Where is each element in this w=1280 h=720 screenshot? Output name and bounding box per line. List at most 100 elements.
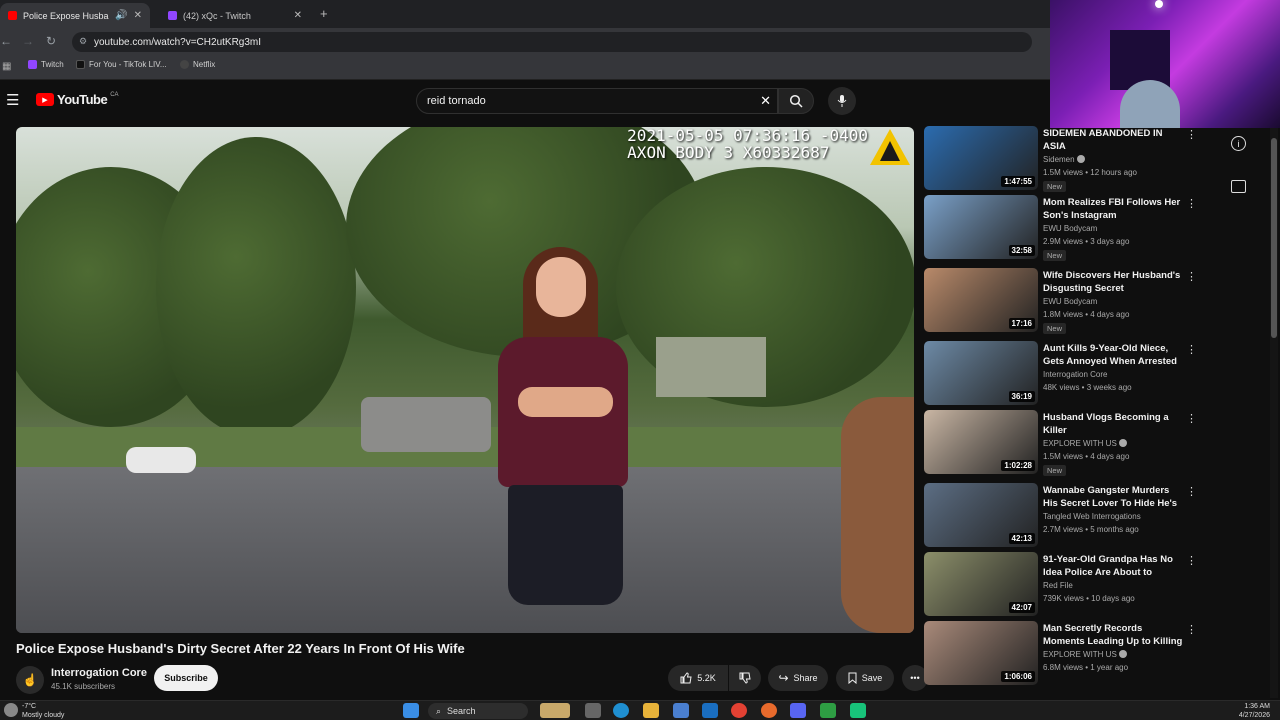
close-tab-icon[interactable]: ✕: [294, 10, 302, 21]
edge-icon[interactable]: [613, 703, 629, 718]
save-button[interactable]: Save: [836, 665, 894, 691]
address-bar-row: ← → ↻ ⚙ youtube.com/watch?v=CH2utKRg3mI: [0, 28, 1050, 56]
chat-icon[interactable]: [1231, 180, 1246, 193]
recommendation-channel[interactable]: EWU Bodycam: [1043, 223, 1097, 235]
recommendation-title[interactable]: 91-Year-Old Grandpa Has No Idea Police A…: [1043, 554, 1183, 580]
recommendation-thumbnail[interactable]: 17:16: [924, 268, 1038, 332]
search-button[interactable]: [778, 88, 814, 114]
recommendation-item[interactable]: 42:07 91-Year-Old Grandpa Has No Idea Po…: [924, 552, 1206, 620]
apps-grid-icon[interactable]: ▦: [2, 61, 11, 72]
recommendation-channel[interactable]: Red File: [1043, 580, 1073, 592]
bookmark-tiktok[interactable]: For You - TikTok LIV...: [76, 60, 167, 69]
channel-avatar[interactable]: ☝: [16, 666, 44, 694]
recommendation-title[interactable]: Wife Discovers Her Husband's Disgusting …: [1043, 270, 1183, 295]
recommendation-title[interactable]: SIDEMEN ABANDONED IN ASIA: [1043, 128, 1183, 153]
recommendation-thumbnail[interactable]: 32:58: [924, 195, 1038, 259]
bookmark-netflix[interactable]: Netflix: [180, 60, 215, 69]
recommendation-title[interactable]: Aunt Kills 9-Year-Old Niece, Gets Annoye…: [1043, 343, 1183, 368]
recommendation-thumbnail[interactable]: 42:13: [924, 483, 1038, 547]
forward-icon[interactable]: →: [22, 34, 34, 48]
more-vertical-icon[interactable]: ⋮: [1186, 623, 1197, 636]
recommendation-meta: 2.9M views • 3 days ago: [1043, 237, 1130, 246]
recommendation-thumbnail[interactable]: 1:47:55: [924, 126, 1038, 190]
recommendation-item[interactable]: 1:02:28 Husband Vlogs Becoming a Killer …: [924, 410, 1206, 478]
tab-title: Police Expose Husband's Dirty Secret: [23, 10, 109, 21]
info-icon[interactable]: i: [1231, 136, 1246, 151]
recommendation-title[interactable]: Husband Vlogs Becoming a Killer: [1043, 412, 1183, 437]
recommendations-list: 1:47:55 SIDEMEN ABANDONED IN ASIA Sideme…: [924, 126, 1206, 694]
more-vertical-icon[interactable]: ⋮: [1186, 270, 1197, 283]
more-vertical-icon[interactable]: ⋮: [1186, 343, 1197, 356]
mail-icon[interactable]: [702, 703, 718, 718]
youtube-logo[interactable]: ▶ YouTube CA: [36, 92, 119, 107]
recommendation-item[interactable]: 17:16 Wife Discovers Her Husband's Disgu…: [924, 268, 1206, 336]
video-player[interactable]: 2021-05-05 07:36:16 -0400 AXON BODY 3 X60…: [16, 127, 914, 633]
scrollbar-thumb[interactable]: [1271, 138, 1277, 338]
windows-start-icon[interactable]: [403, 703, 419, 718]
bookmark-twitch[interactable]: Twitch: [28, 60, 64, 69]
xbox-icon[interactable]: [820, 703, 836, 718]
store-icon[interactable]: [673, 703, 689, 718]
file-explorer-icon[interactable]: [643, 703, 659, 718]
subscribe-button[interactable]: Subscribe: [154, 665, 218, 691]
voice-search-button[interactable]: [828, 87, 856, 115]
spotify-icon[interactable]: [850, 703, 866, 718]
verified-icon: [1118, 650, 1127, 658]
tab-title: (42) xQc - Twitch: [183, 10, 251, 21]
scrollbar-track[interactable]: [1270, 128, 1278, 698]
channel-name[interactable]: Interrogation Core: [51, 667, 147, 679]
share-button[interactable]: ↪ Share: [768, 665, 828, 691]
video-title: Police Expose Husband's Dirty Secret Aft…: [16, 641, 465, 656]
skirt: [508, 485, 623, 605]
recommendation-thumbnail[interactable]: 36:19: [924, 341, 1038, 405]
discord-icon[interactable]: [790, 703, 806, 718]
recommendation-channel[interactable]: Interrogation Core: [1043, 369, 1107, 381]
more-vertical-icon[interactable]: ⋮: [1186, 554, 1197, 567]
recommendation-item[interactable]: 32:58 Mom Realizes FBI Follows Her Son's…: [924, 195, 1206, 263]
media-app-icon[interactable]: [761, 703, 777, 718]
recommendation-item[interactable]: 1:47:55 SIDEMEN ABANDONED IN ASIA Sideme…: [924, 126, 1206, 194]
recommendation-channel[interactable]: Sidemen: [1043, 154, 1085, 166]
tab-youtube[interactable]: Police Expose Husband's Dirty Secret 🔊 ✕: [0, 3, 150, 28]
bookmark-icon: [848, 672, 857, 684]
more-vertical-icon[interactable]: ⋮: [1186, 197, 1197, 210]
close-tab-icon[interactable]: ✕: [134, 10, 142, 21]
dislike-button[interactable]: [729, 665, 761, 691]
chrome-icon[interactable]: [731, 703, 747, 718]
recommendation-item[interactable]: 1:06:06 Man Secretly Records Moments Lea…: [924, 621, 1206, 689]
site-info-icon[interactable]: ⚙: [79, 36, 87, 47]
recommendation-title[interactable]: Wannabe Gangster Murders His Secret Love…: [1043, 485, 1183, 511]
like-button[interactable]: 5.2K: [668, 665, 728, 691]
recommendation-thumbnail[interactable]: 42:07: [924, 552, 1038, 616]
recommendation-channel[interactable]: Tangled Web Interrogations: [1043, 511, 1141, 523]
reload-icon[interactable]: ↻: [46, 34, 56, 48]
bookmark-label: For You - TikTok LIV...: [89, 60, 167, 69]
clear-search-icon[interactable]: ✕: [760, 93, 771, 109]
weather-widget[interactable]: -7°C Mostly cloudy: [22, 702, 64, 720]
recommendation-item[interactable]: 36:19 Aunt Kills 9-Year-Old Niece, Gets …: [924, 341, 1206, 409]
more-vertical-icon[interactable]: ⋮: [1186, 485, 1197, 498]
crossed-arms: [518, 387, 613, 417]
search-input[interactable]: reid tornado ✕: [416, 88, 778, 114]
clock[interactable]: 1:36 AM 4/27/2026: [1226, 702, 1270, 720]
recommendation-title[interactable]: Mom Realizes FBI Follows Her Son's Insta…: [1043, 197, 1183, 222]
more-vertical-icon[interactable]: ⋮: [1186, 412, 1197, 425]
recommendation-title[interactable]: Man Secretly Records Moments Leading Up …: [1043, 623, 1183, 648]
recommendation-channel[interactable]: EXPLORE WITH US: [1043, 649, 1127, 661]
recommendation-thumbnail[interactable]: 1:02:28: [924, 410, 1038, 474]
more-vertical-icon[interactable]: ⋮: [1186, 128, 1197, 141]
recommendation-item[interactable]: 42:13 Wannabe Gangster Murders His Secre…: [924, 483, 1206, 551]
recommendation-channel[interactable]: EXPLORE WITH US: [1043, 438, 1127, 450]
task-view-icon[interactable]: [585, 703, 601, 718]
url-text: youtube.com/watch?v=CH2utKRg3mI: [94, 36, 262, 48]
new-tab-button[interactable]: +: [320, 6, 328, 21]
recommendation-channel[interactable]: EWU Bodycam: [1043, 296, 1097, 308]
tab-twitch[interactable]: (42) xQc - Twitch ✕: [160, 3, 310, 28]
menu-icon[interactable]: ☰: [6, 91, 19, 109]
recommendation-thumbnail[interactable]: 1:06:06: [924, 621, 1038, 685]
url-field[interactable]: ⚙ youtube.com/watch?v=CH2utKRg3mI: [72, 32, 1032, 52]
back-icon[interactable]: ←: [0, 34, 12, 48]
taskbar-search[interactable]: ⌕ Search: [428, 703, 528, 719]
microphone-icon: [837, 95, 847, 107]
widgets-icon[interactable]: [540, 703, 570, 718]
